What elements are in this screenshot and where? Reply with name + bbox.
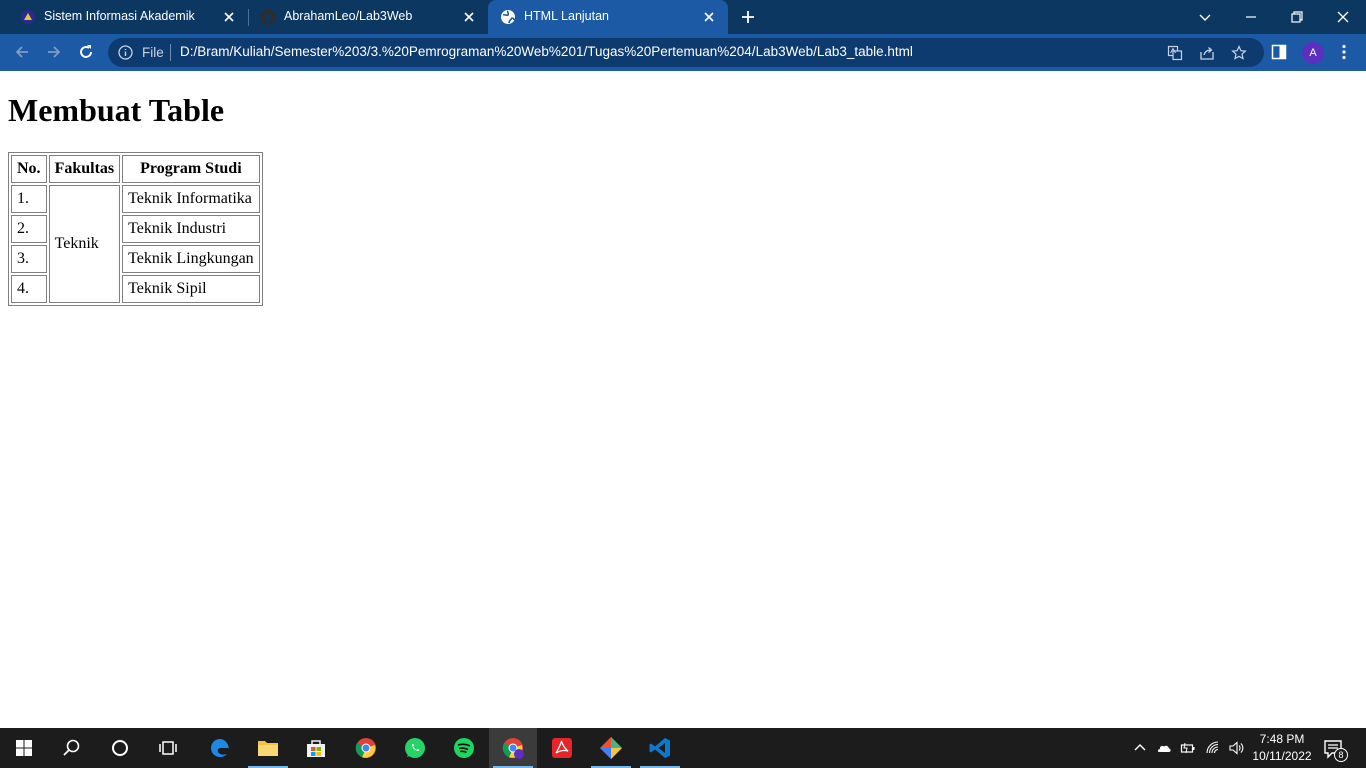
globe-icon [501,10,515,24]
start-icon [16,740,32,756]
windows-taskbar: 7:48 PM 10/11/2022 8 [0,728,1366,768]
program-cell: Teknik Industri [122,215,260,243]
close-window-icon[interactable] [1331,5,1355,29]
vscode-icon [649,738,670,758]
url-text[interactable]: D:/Bram/Kuliah/Semester%203/3.%20Pemrogr… [180,44,913,59]
row-number: 3. [11,245,47,273]
more-menu-icon[interactable] [1335,43,1353,61]
address-bar[interactable]: File D:/Bram/Kuliah/Semester%203/3.%20Pe… [108,38,1264,67]
notification-count-badge: 8 [1334,748,1348,762]
table-header-row: No. Fakultas Program Studi [11,155,260,183]
volume-icon[interactable] [1228,740,1244,756]
close-tab-icon[interactable] [700,8,718,26]
git-icon [600,737,622,759]
table-row: 1. Teknik Teknik Informatika [11,185,260,303]
column-header-program-studi: Program Studi [122,155,260,183]
column-header-fakultas: Fakultas [48,155,121,183]
new-tab-icon[interactable] [738,7,758,27]
minimize-icon[interactable] [1239,5,1263,29]
store-icon [307,740,325,757]
whatsapp-app-button[interactable] [391,728,439,768]
taskbar-search-button[interactable] [48,728,96,768]
faculty-table: No. Fakultas Program Studi 1. Teknik Tek… [8,152,263,306]
side-panel-icon[interactable] [1270,43,1288,61]
bookmark-star-icon[interactable] [1231,45,1247,61]
vscode-app-button[interactable] [636,728,684,768]
acrobat-app-button[interactable] [538,728,586,768]
git-app-button[interactable] [587,728,635,768]
address-divider [170,44,171,61]
chrome-app-button[interactable] [342,728,390,768]
url-scheme-label: File [142,45,164,60]
browser-toolbar: File D:/Bram/Kuliah/Semester%203/3.%20Pe… [0,34,1366,71]
university-favicon-icon [21,10,35,24]
column-header-no: No. [11,155,47,183]
task-view-icon [159,741,177,755]
faculty-cell: Teknik [48,185,121,303]
whatsapp-icon [405,738,425,758]
row-number: 1. [11,185,47,213]
back-arrow-icon[interactable] [12,42,32,62]
tab-abrahamleo-lab3web[interactable]: AbrahamLeo/Lab3Web [248,0,488,34]
row-number: 2. [11,215,47,243]
search-icon [63,739,80,756]
restore-icon[interactable] [1285,5,1309,29]
tab-search-chevron-icon[interactable] [1193,5,1217,29]
tab-title: AbrahamLeo/Lab3Web [284,9,413,23]
spotify-app-button[interactable] [440,728,488,768]
program-cell: Teknik Sipil [122,275,260,303]
system-clock[interactable]: 7:48 PM 10/11/2022 [1250,731,1314,765]
cortana-icon [112,740,128,756]
battery-icon[interactable] [1180,740,1196,756]
store-app-button[interactable] [292,728,340,768]
chrome-profile-icon [502,738,524,759]
close-tab-icon[interactable] [220,8,238,26]
show-hidden-icons-chevron-icon[interactable] [1132,740,1148,756]
start-button[interactable] [0,728,48,768]
tab-strip: Sistem Informasi Akademik AbrahamLeo/Lab… [0,0,1366,34]
onedrive-cloud-icon[interactable] [1156,740,1172,756]
program-cell: Teknik Lingkungan [122,245,260,273]
github-icon [260,9,276,25]
close-tab-icon[interactable] [460,8,478,26]
wifi-icon[interactable] [1205,740,1221,756]
share-icon[interactable] [1199,45,1215,61]
clock-date: 10/11/2022 [1252,749,1312,763]
row-number: 4. [11,275,47,303]
file-explorer-icon [258,741,278,756]
tab-title: Sistem Informasi Akademik [44,9,195,23]
spotify-icon [454,738,474,758]
clock-time: 7:48 PM [1259,732,1305,746]
cortana-button[interactable] [96,728,144,768]
site-info-icon[interactable] [118,45,133,60]
tab-sistem-informasi-akademik[interactable]: Sistem Informasi Akademik [8,0,248,34]
task-view-button[interactable] [144,728,192,768]
tab-title: HTML Lanjutan [524,9,609,23]
edge-icon [211,739,229,757]
file-explorer-app-button[interactable] [244,728,292,768]
forward-arrow-icon[interactable] [44,42,64,62]
edge-app-button[interactable] [196,728,244,768]
profile-avatar[interactable]: A [1302,42,1324,64]
acrobat-icon [552,738,572,758]
chrome-icon [355,738,376,758]
reload-icon[interactable] [76,42,96,62]
page-viewport: Membuat Table No. Fakultas Program Studi… [0,71,1366,728]
tab-html-lanjutan[interactable]: HTML Lanjutan [488,0,728,34]
page-title: Membuat Table [8,92,225,128]
chrome-profile-app-button[interactable] [489,728,537,768]
translate-icon[interactable] [1167,45,1183,61]
program-cell: Teknik Informatika [122,185,260,213]
